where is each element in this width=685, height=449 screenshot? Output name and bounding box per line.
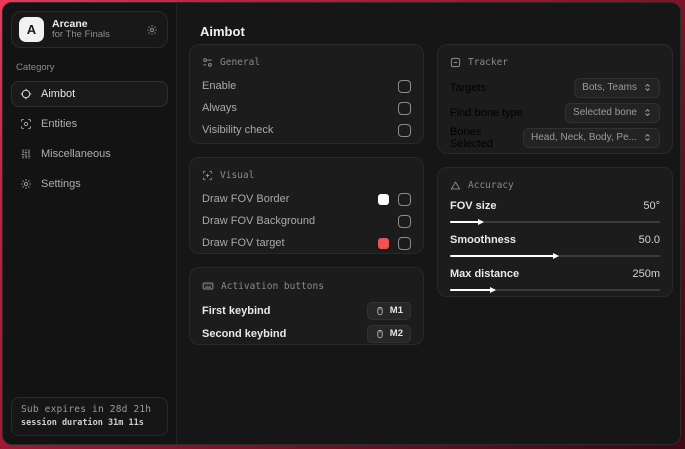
fov-size-slider[interactable] [450, 218, 660, 226]
gear-icon[interactable] [146, 24, 158, 36]
slider-thumb[interactable] [553, 252, 560, 259]
tracker-card: Tracker Targets Bots, Teams Find bone ty… [437, 44, 673, 154]
setting-row-fov-target: Draw FOV target [202, 232, 411, 254]
max-distance-value: 250m [632, 268, 660, 280]
fov-target-checkbox[interactable] [398, 236, 411, 250]
setting-row-always: Always [202, 97, 411, 119]
slider-thumb[interactable] [477, 218, 484, 225]
crosshair-icon [20, 88, 32, 100]
main-panel: Aimbot General Enable Always Visibility … [177, 3, 680, 444]
sliders-icon [20, 148, 32, 160]
app-window: A Arcane for The Finals Category Aimbot … [2, 2, 681, 445]
chevrons-up-down-icon [643, 108, 652, 117]
settings-lines-icon [202, 57, 213, 68]
tracker-row-bones-selected: Bones Selected Head, Neck, Body, Pe... [450, 125, 660, 150]
visibility-check-checkbox[interactable] [398, 123, 411, 137]
mouse-icon [375, 306, 385, 316]
fov-border-checkbox[interactable] [398, 192, 411, 206]
sidebar-item-label: Aimbot [41, 88, 76, 100]
sidebar-item-label: Entities [41, 118, 78, 130]
visual-card: Visual Draw FOV Border Draw FOV Backgrou… [189, 157, 424, 254]
smoothness-value: 50.0 [638, 234, 660, 246]
sidebar: A Arcane for The Finals Category Aimbot … [3, 3, 177, 444]
sidebar-item-aimbot[interactable]: Aimbot [11, 81, 168, 107]
second-keybind-button[interactable]: M2 [366, 324, 411, 343]
sub-expires-text: Sub expires in 28d 21h [21, 404, 152, 415]
enable-checkbox[interactable] [398, 79, 411, 93]
mouse-icon [375, 329, 385, 339]
brand-logo: A [19, 17, 44, 42]
setting-row-fov-background: Draw FOV Background [202, 210, 411, 232]
chevrons-up-down-icon [643, 133, 652, 142]
card-title: Accuracy [468, 180, 514, 191]
tracker-row-find-bone: Find bone type Selected bone [450, 100, 660, 125]
slider-group-fov-size: FOV size 50° [450, 198, 660, 226]
sidebar-item-label: Settings [41, 178, 81, 190]
fov-background-checkbox[interactable] [398, 214, 411, 228]
card-title: Tracker [468, 57, 509, 68]
sidebar-item-settings[interactable]: Settings [11, 171, 168, 197]
session-duration-text: session duration 31m 11s [21, 418, 144, 428]
page-title: Aimbot [200, 24, 245, 39]
setting-row-enable: Enable [202, 75, 411, 97]
focus-icon [202, 170, 213, 181]
setting-row-fov-border: Draw FOV Border [202, 188, 411, 210]
fov-size-value: 50° [643, 200, 660, 212]
bones-selected-dropdown[interactable]: Head, Neck, Body, Pe... [523, 127, 660, 148]
brand-subtitle: for The Finals [52, 29, 110, 41]
find-bone-type-dropdown[interactable]: Selected bone [565, 102, 660, 123]
card-title: General [220, 57, 261, 68]
accuracy-card: Accuracy FOV size 50° Smoothness 50.0 Ma… [437, 167, 673, 297]
setting-row-visibility-check: Visibility check [202, 119, 411, 141]
triangle-icon [450, 180, 461, 191]
slider-thumb[interactable] [490, 286, 497, 293]
tracker-row-targets: Targets Bots, Teams [450, 75, 660, 100]
card-title: Activation buttons [221, 280, 324, 292]
keybind-row-first: First keybind M1 [202, 299, 411, 322]
fov-border-color-swatch[interactable] [378, 193, 389, 205]
scan-eye-icon [20, 118, 32, 130]
slider-group-smoothness: Smoothness 50.0 [450, 232, 660, 260]
category-label: Category [16, 62, 55, 73]
brand-card: A Arcane for The Finals [11, 11, 168, 48]
subscription-info-card: Sub expires in 28d 21h session duration … [11, 397, 168, 436]
always-checkbox[interactable] [398, 101, 411, 115]
general-card: General Enable Always Visibility check [189, 44, 424, 144]
card-title: Visual [220, 170, 255, 181]
first-keybind-button[interactable]: M1 [366, 301, 411, 320]
select-box-icon [450, 57, 461, 68]
chevrons-up-down-icon [643, 83, 652, 92]
keybind-row-second: Second keybind M2 [202, 322, 411, 345]
smoothness-slider[interactable] [450, 252, 660, 260]
sidebar-item-entities[interactable]: Entities [11, 111, 168, 137]
sidebar-item-label: Miscellaneous [41, 148, 111, 160]
slider-group-max-distance: Max distance 250m [450, 266, 660, 294]
sidebar-nav: Aimbot Entities Miscellaneous Settings [11, 81, 168, 197]
fov-target-color-swatch[interactable] [378, 237, 389, 249]
activation-buttons-card: Activation buttons First keybind M1 Seco… [189, 267, 424, 345]
max-distance-slider[interactable] [450, 286, 660, 294]
targets-dropdown[interactable]: Bots, Teams [574, 77, 660, 98]
keyboard-icon [202, 280, 214, 292]
gear-icon [20, 178, 32, 190]
sidebar-item-miscellaneous[interactable]: Miscellaneous [11, 141, 168, 167]
